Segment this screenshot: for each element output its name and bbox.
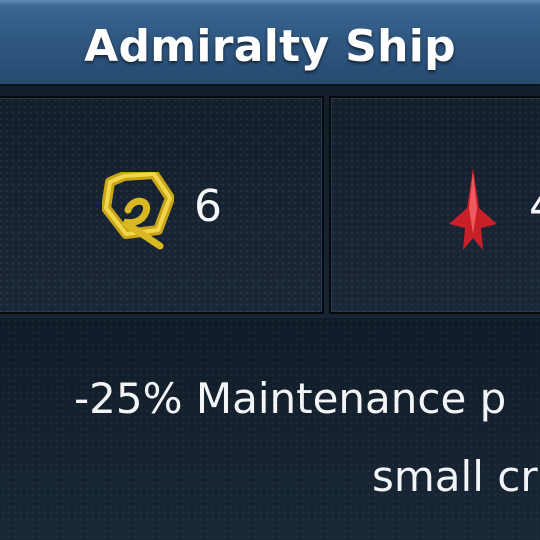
panel-title: Admiralty Ship (84, 21, 456, 72)
military-value: 4 (529, 182, 540, 232)
title-bar: Admiralty Ship (0, 0, 540, 86)
title-bar-highlight (0, 0, 540, 6)
military-unit-icon (449, 168, 497, 250)
influence-cost-box: 6 (0, 96, 324, 314)
military-stat-box: 4 (329, 96, 540, 314)
description-area: -25% Maintenance p small cr (0, 318, 540, 540)
influence-value: 6 (194, 181, 222, 232)
influence-icon (102, 172, 174, 250)
description-line-2: small cr (372, 452, 538, 501)
admiralty-ship-panel: Admiralty Ship 6 4 -25% Maintenance p sm… (0, 0, 540, 540)
description-line-1: -25% Maintenance p (74, 374, 507, 423)
